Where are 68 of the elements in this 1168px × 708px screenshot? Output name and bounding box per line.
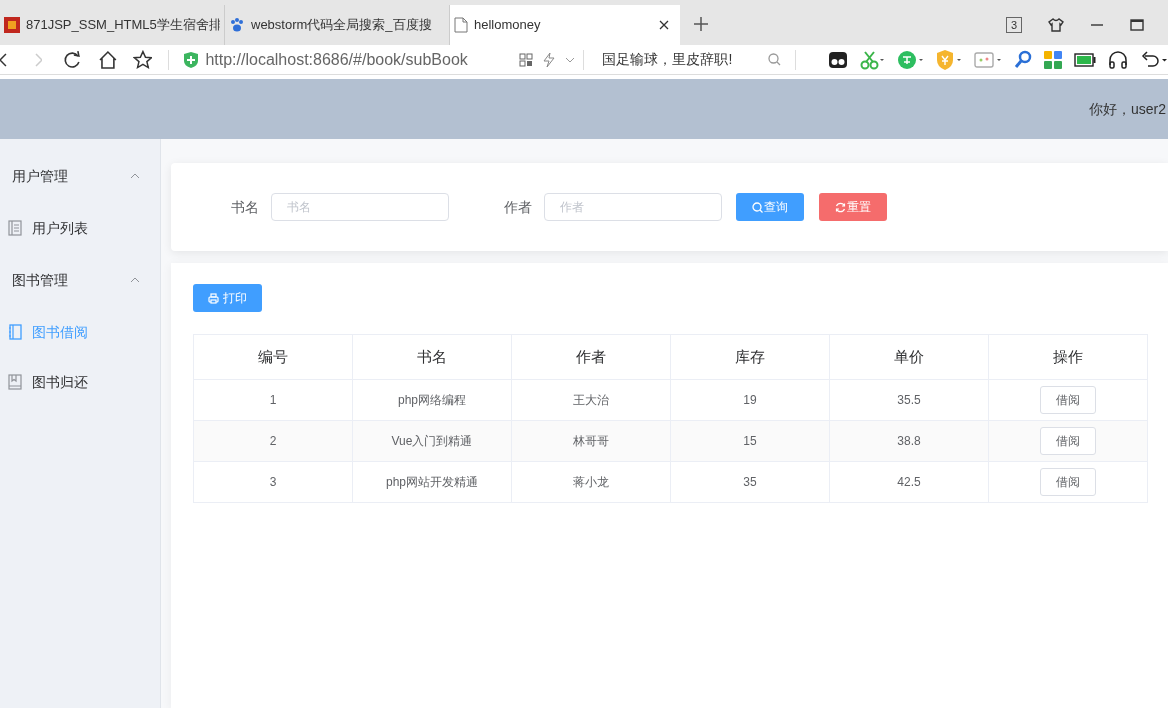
table-cell: 35.5	[829, 379, 989, 421]
address-bar[interactable]: http://localhost:8686/#/book/subBook	[183, 46, 576, 73]
mask-icon[interactable]	[828, 49, 848, 70]
headphones-icon[interactable]	[1108, 49, 1128, 70]
table-cell: php网络编程	[352, 379, 512, 421]
tab-count[interactable]: 3	[1005, 17, 1022, 33]
borrow-button[interactable]: 借阅	[1040, 386, 1096, 414]
search-icon	[752, 201, 763, 213]
dropdown-caret-icon[interactable]	[565, 56, 576, 63]
search-field[interactable]: 国足输球，里皮辞职!	[602, 46, 781, 73]
table-cell: 王大治	[511, 379, 671, 421]
close-icon[interactable]	[658, 19, 670, 31]
printer-icon	[208, 292, 219, 304]
scissors-icon[interactable]	[860, 49, 886, 70]
undo-icon[interactable]	[1140, 49, 1168, 70]
paw-icon	[229, 17, 245, 33]
field-label: 作者	[504, 197, 532, 217]
table-cell: 15	[670, 420, 830, 462]
table-cell: 38.8	[829, 420, 989, 462]
list-icon	[8, 220, 22, 236]
text-field[interactable]: 书名	[271, 193, 449, 221]
search-icon[interactable]	[768, 53, 781, 66]
browser-tab[interactable]: hellomoney	[450, 5, 680, 45]
table-cell: 19	[670, 379, 830, 421]
qr-code-icon[interactable]	[519, 52, 534, 67]
table-cell: 蒋小龙	[511, 461, 671, 503]
notebook-icon	[8, 324, 22, 340]
text-field[interactable]: 作者	[544, 193, 722, 221]
caret-icon	[130, 173, 140, 179]
caret-icon	[130, 277, 140, 283]
shield-icon	[183, 51, 200, 68]
page-icon	[454, 17, 468, 33]
table-cell: 林哥哥	[511, 420, 671, 462]
home-icon[interactable]	[97, 49, 118, 70]
menu-group[interactable]: 图书管理	[0, 253, 160, 307]
lightning-icon[interactable]	[543, 52, 556, 67]
field-label: 书名	[231, 197, 259, 217]
column-header: 书名	[352, 334, 512, 380]
favicon-icon	[4, 17, 20, 33]
star-icon[interactable]	[132, 49, 153, 70]
menu-group[interactable]: 用户管理	[0, 149, 160, 203]
maximize-icon[interactable]	[1130, 18, 1144, 32]
plus-icon[interactable]	[693, 16, 709, 32]
tiles-icon[interactable]	[1044, 50, 1062, 69]
borrow-button[interactable]: 借阅	[1040, 427, 1096, 455]
column-header: 单价	[829, 334, 989, 380]
menu-item[interactable]: 图书归还	[0, 357, 160, 407]
refresh-icon	[835, 201, 846, 213]
back-icon[interactable]	[0, 51, 8, 68]
table-cell: 2	[193, 420, 353, 462]
column-header: 作者	[511, 334, 671, 380]
column-header: 操作	[988, 334, 1148, 380]
key-icon[interactable]	[1014, 49, 1032, 70]
bookmark-icon	[8, 374, 22, 390]
table-cell: Vue入门到精通	[352, 420, 512, 462]
url-text: http://localhost:8686/#/book/subBook	[205, 49, 468, 70]
borrow-button[interactable]: 借阅	[1040, 468, 1096, 496]
battery-icon[interactable]	[1074, 52, 1096, 67]
table-cell: 3	[193, 461, 353, 503]
shirt-icon[interactable]	[1048, 17, 1064, 33]
table-cell: 42.5	[829, 461, 989, 503]
table-cell: 1	[193, 379, 353, 421]
column-header: 库存	[670, 334, 830, 380]
table-cell: 35	[670, 461, 830, 503]
menu-item[interactable]: 用户列表	[0, 203, 160, 253]
table-cell: php网站开发精通	[352, 461, 512, 503]
greeting-text: 你好，user2	[1088, 99, 1166, 119]
column-header: 编号	[193, 334, 353, 380]
